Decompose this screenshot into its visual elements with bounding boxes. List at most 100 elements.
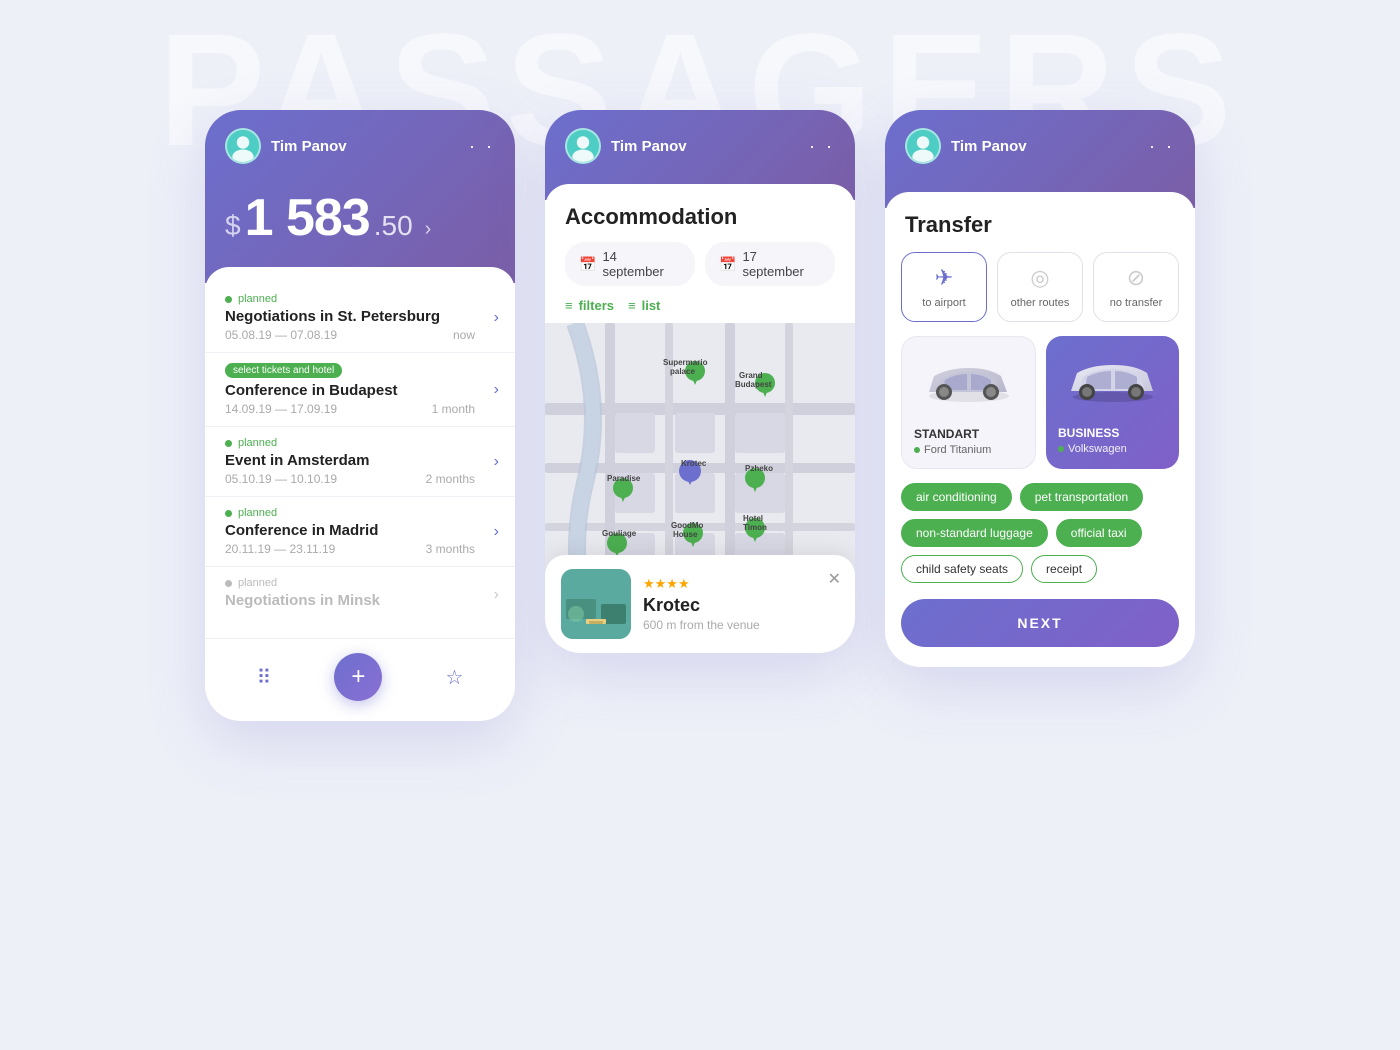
phone2-header-top: Tim Panov · ·: [565, 128, 835, 164]
phone2-menu-dots[interactable]: · ·: [809, 136, 835, 157]
trip-item[interactable]: planned Negotiations in St. Petersburg 0…: [205, 283, 515, 353]
tab-other-routes[interactable]: ◎ other routes: [997, 252, 1083, 322]
status-badge: select tickets and hotel: [225, 363, 342, 378]
hotel-image: [561, 569, 631, 639]
list-label: list: [642, 298, 661, 313]
car-card-standard[interactable]: STANDART Ford Titanium: [901, 336, 1036, 469]
phone2-body: Accommodation 📅 14 september 📅 17 septem…: [545, 184, 855, 653]
svg-text:Budapest: Budapest: [735, 380, 772, 389]
avatar: [905, 128, 941, 164]
phone1-body: planned Negotiations in St. Petersburg 0…: [205, 267, 515, 721]
phone1-username: Tim Panov: [271, 138, 347, 155]
status-dot: [225, 296, 232, 303]
car-model-label: Volkswagen: [1068, 443, 1127, 455]
status-label: planned: [238, 507, 277, 519]
list-button[interactable]: ≡ list: [628, 298, 660, 313]
phone1-user-info: Tim Panov: [225, 128, 347, 164]
car-card-business[interactable]: BUSINESS Volkswagen: [1046, 336, 1179, 469]
add-button[interactable]: +: [334, 653, 382, 701]
svg-text:Paradise: Paradise: [607, 474, 641, 483]
date-to-pill[interactable]: 📅 17 september: [705, 242, 835, 286]
status-dot: [225, 440, 232, 447]
trip-list: planned Negotiations in St. Petersburg 0…: [205, 267, 515, 638]
phone-3: Tim Panov · · Transfer ✈ to airport ◎ ot…: [885, 110, 1195, 667]
trip-item[interactable]: planned Event in Amsterdam 05.10.19 — 10…: [205, 427, 515, 497]
bottom-nav: ⠿ + ☆: [205, 638, 515, 721]
svg-text:palace: palace: [670, 367, 695, 376]
accommodation-title: Accommodation: [545, 184, 855, 242]
tab-no-transfer[interactable]: ⊘ no transfer: [1093, 252, 1179, 322]
car-image-business: [1058, 348, 1167, 418]
tab-to-airport[interactable]: ✈ to airport: [901, 252, 987, 322]
balance-arrow-icon[interactable]: ›: [425, 218, 432, 241]
svg-text:GoodMo: GoodMo: [671, 521, 704, 530]
car-image-standard: [914, 349, 1023, 419]
calendar-icon: 📅: [579, 256, 596, 273]
svg-text:Supermario: Supermario: [663, 358, 708, 367]
chevron-right-icon: ›: [494, 309, 499, 327]
trip-title: Event in Amsterdam: [225, 452, 495, 469]
trip-time: 2 months: [426, 472, 475, 486]
phone2-username: Tim Panov: [611, 138, 687, 155]
star-icon[interactable]: ☆: [445, 665, 463, 690]
feature-tag-pet-transportation[interactable]: pet transportation: [1020, 483, 1143, 511]
phone2-user-info: Tim Panov: [565, 128, 687, 164]
filters-button[interactable]: ≡ filters: [565, 298, 614, 313]
car-model: Ford Titanium: [914, 444, 1023, 456]
car-options: STANDART Ford Titanium: [885, 336, 1195, 483]
status-label: planned: [238, 577, 277, 589]
map-area: Supermario palace Grand Budapest Krotec: [545, 323, 855, 653]
next-button[interactable]: NEXT: [901, 599, 1179, 647]
phone3-user-info: Tim Panov: [905, 128, 1027, 164]
trip-item[interactable]: planned Conference in Madrid 20.11.19 — …: [205, 497, 515, 567]
trip-item[interactable]: planned Negotiations in Minsk ›: [205, 567, 515, 622]
feature-tag-child-safety-seats[interactable]: child safety seats: [901, 555, 1023, 583]
trip-title: Negotiations in St. Petersburg: [225, 308, 495, 325]
tab-label: other routes: [1011, 297, 1070, 309]
svg-text:Gouliage: Gouliage: [602, 529, 637, 538]
status-label: planned: [238, 437, 277, 449]
balance-display: $ 1 583 .50 ›: [225, 178, 495, 253]
trip-title: Negotiations in Minsk: [225, 592, 495, 609]
close-icon[interactable]: ✕: [828, 569, 841, 589]
feature-tag-official-taxi[interactable]: official taxi: [1056, 519, 1142, 547]
phone1-header-top: Tim Panov · ·: [225, 128, 495, 164]
trip-dates: 14.09.19 — 17.09.19: [225, 402, 337, 416]
trip-dates: 20.11.19 — 23.11.19: [225, 542, 335, 556]
date-from-pill[interactable]: 📅 14 september: [565, 242, 695, 286]
trip-title: Conference in Budapest: [225, 382, 495, 399]
phone1-header: Tim Panov · · $ 1 583 .50 ›: [205, 110, 515, 283]
hotel-stars: ★★★★: [643, 576, 760, 592]
phone3-username: Tim Panov: [951, 138, 1027, 155]
transfer-title: Transfer: [885, 192, 1195, 252]
svg-text:Pzheko: Pzheko: [745, 464, 773, 473]
feature-tag-receipt[interactable]: receipt: [1031, 555, 1097, 583]
feature-tag-air-conditioning[interactable]: air conditioning: [901, 483, 1012, 511]
status-dot: [225, 510, 232, 517]
filter-icon: ≡: [565, 298, 573, 313]
date-row: 📅 14 september 📅 17 september: [545, 242, 855, 298]
trip-dates: 05.08.19 — 07.08.19: [225, 328, 337, 342]
phones-container: Tim Panov · · $ 1 583 .50 › pla: [0, 0, 1400, 721]
avatar: [565, 128, 601, 164]
car-dot: [914, 447, 920, 453]
trip-time: 1 month: [432, 402, 475, 416]
feature-tag-non-standard-luggage[interactable]: non-standard luggage: [901, 519, 1048, 547]
car-type: BUSINESS: [1058, 426, 1167, 440]
phone3-menu-dots[interactable]: · ·: [1149, 136, 1175, 157]
balance-cents: .50: [374, 210, 413, 242]
grid-icon[interactable]: ⠿: [257, 665, 272, 690]
chevron-right-icon: ›: [494, 523, 499, 541]
phone3-body: Transfer ✈ to airport ◎ other routes ⊘ n…: [885, 192, 1195, 667]
svg-text:Hotel: Hotel: [743, 514, 763, 523]
phone1-menu-dots[interactable]: · ·: [469, 136, 495, 157]
hotel-name: Krotec: [643, 595, 760, 616]
trip-dates: 05.10.19 — 10.10.19: [225, 472, 337, 486]
trip-item[interactable]: select tickets and hotel Conference in B…: [205, 353, 515, 427]
tab-label: no transfer: [1110, 297, 1163, 309]
trip-title: Conference in Madrid: [225, 522, 495, 539]
phone-1: Tim Panov · · $ 1 583 .50 › pla: [205, 110, 515, 721]
chevron-right-icon: ›: [494, 453, 499, 471]
car-type: STANDART: [914, 427, 1023, 441]
no-transfer-icon: ⊘: [1127, 265, 1145, 291]
